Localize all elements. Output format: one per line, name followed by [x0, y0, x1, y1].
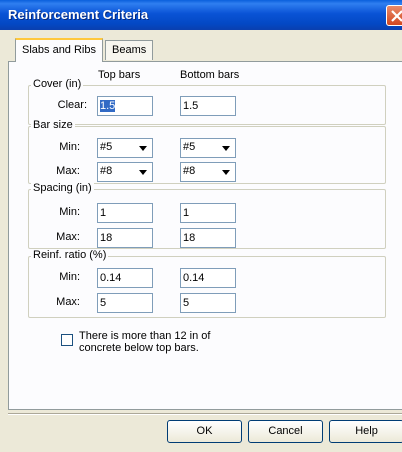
dialog-window: Reinforcement Criteria Slabs and Ribs Be… [0, 0, 402, 452]
select-value: #8 [183, 165, 196, 177]
input-value: 18 [183, 232, 196, 244]
tab-label: Beams [112, 44, 147, 56]
reinf-ratio-max-top-input[interactable]: 5 [97, 293, 153, 313]
chevron-down-icon[interactable] [218, 164, 234, 180]
bar-size-max-top-select[interactable]: #8 [97, 162, 153, 182]
column-header-top: Top bars [98, 69, 141, 81]
reinf-ratio-min-bottom-input[interactable]: 0.14 [180, 268, 236, 288]
dialog-title: Reinforcement Criteria [8, 7, 149, 22]
spacing-group-label: Spacing (in) [31, 182, 94, 194]
input-value: 5 [100, 297, 107, 309]
spacing-max-bottom-input[interactable]: 18 [180, 228, 236, 248]
spacing-max-top-input[interactable]: 18 [97, 228, 153, 248]
cancel-button[interactable]: Cancel [248, 420, 323, 443]
reinf-ratio-min-top-input[interactable]: 0.14 [97, 268, 153, 288]
chevron-down-icon[interactable] [135, 140, 151, 156]
cover-group-label: Cover (in) [31, 78, 84, 90]
bar-size-min-label: Min: [59, 141, 80, 153]
reinf-ratio-group-label: Reinf. ratio (%) [31, 249, 109, 261]
bar-size-min-top-select[interactable]: #5 [97, 138, 153, 158]
select-value: #5 [100, 141, 113, 153]
button-label: Cancel [268, 425, 303, 437]
input-value: 0.14 [183, 272, 205, 284]
bar-size-max-bottom-select[interactable]: #8 [180, 162, 236, 182]
cover-clear-label: Clear: [57, 99, 87, 111]
input-value: 1 [100, 207, 107, 219]
reinf-ratio-max-label: Max: [56, 296, 80, 308]
concrete-below-top-bars-label: There is more than 12 in of concrete bel… [79, 330, 211, 354]
bar-size-max-label: Max: [56, 165, 80, 177]
bar-size-group-label: Bar size [31, 119, 75, 131]
spacing-min-top-input[interactable]: 1 [97, 203, 153, 223]
spacing-max-label: Max: [56, 231, 80, 243]
title-bar[interactable]: Reinforcement Criteria [0, 0, 402, 30]
spacing-min-label: Min: [59, 206, 80, 218]
column-header-bottom: Bottom bars [180, 69, 240, 81]
input-value: 18 [100, 232, 113, 244]
cover-clear-top-input[interactable]: 1.5 [97, 96, 153, 116]
chevron-down-icon[interactable] [218, 140, 234, 156]
chevron-down-icon[interactable] [135, 164, 151, 180]
bar-size-min-bottom-select[interactable]: #5 [180, 138, 236, 158]
input-value: 5 [183, 297, 190, 309]
tab-beams[interactable]: Beams [105, 40, 154, 60]
concrete-below-top-bars-checkbox[interactable] [61, 334, 73, 346]
select-value: #5 [183, 141, 196, 153]
input-value: 1.5 [100, 100, 116, 112]
reinf-ratio-max-bottom-input[interactable]: 5 [180, 293, 236, 313]
tab-label: Slabs and Ribs [22, 44, 96, 56]
button-separator [8, 413, 402, 415]
input-value: 1 [183, 207, 190, 219]
reinf-ratio-min-label: Min: [59, 271, 80, 283]
close-icon [391, 10, 402, 22]
tab-slabs-and-ribs[interactable]: Slabs and Ribs [15, 38, 103, 62]
button-label: Help [355, 425, 378, 437]
select-value: #8 [100, 165, 113, 177]
cover-clear-bottom-input[interactable]: 1.5 [180, 96, 236, 116]
button-label: OK [196, 425, 213, 437]
input-value: 0.14 [100, 272, 122, 284]
close-button[interactable] [386, 5, 402, 26]
input-value: 1.5 [183, 100, 199, 112]
spacing-min-bottom-input[interactable]: 1 [180, 203, 236, 223]
help-button[interactable]: Help [329, 420, 402, 443]
ok-button[interactable]: OK [167, 420, 242, 443]
